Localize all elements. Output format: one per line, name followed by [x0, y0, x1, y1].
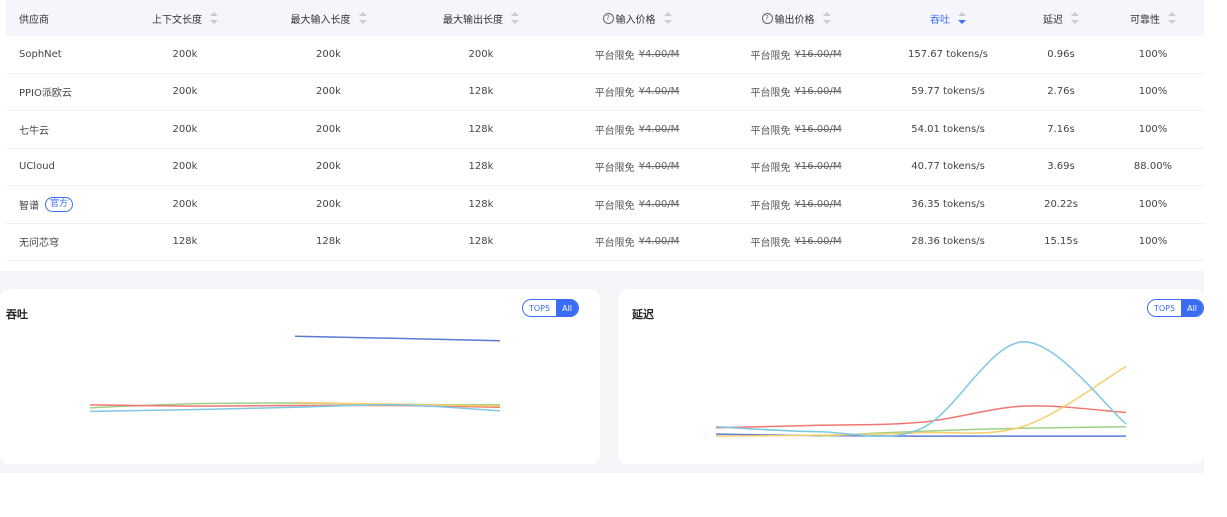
throughput: 36.35 tokens/s [911, 198, 985, 210]
provider-name: 七牛云 [19, 125, 49, 137]
latency: 0.96s [1047, 48, 1075, 60]
latency: 2.76s [1047, 86, 1075, 98]
context-length: 128k [172, 236, 198, 248]
header-output-price[interactable]: ? 输出价格 [716, 11, 876, 26]
max-input: 200k [316, 48, 341, 60]
input-price: 平台限免 ¥4.00/M [594, 48, 680, 62]
latency-card: 延迟 TOP5 All [618, 289, 1205, 464]
series-line-2 [715, 405, 1127, 429]
header-context[interactable]: 上下文长度 [117, 11, 253, 26]
header-throughput[interactable]: 吞吐 [876, 11, 1020, 26]
output-price: 平台限免 ¥16.00/M [750, 123, 842, 137]
max-output: 128k [468, 161, 494, 173]
input-price: 平台限免 ¥4.00/M [594, 236, 680, 250]
input-price: 平台限免 ¥4.00/M [594, 123, 680, 137]
reliability: 100% [1138, 236, 1168, 248]
reliability: 100% [1138, 198, 1168, 210]
max-input: 128k [316, 236, 341, 248]
max-output: 200k [468, 48, 494, 60]
input-price: 平台限免 ¥4.00/M [594, 86, 680, 100]
context-length: 200k [172, 48, 198, 60]
context-length: 200k [172, 86, 198, 98]
throughput: 157.67 tokens/s [908, 48, 988, 60]
sort-icon[interactable] [1168, 12, 1176, 24]
provider-name: UCloud [19, 161, 55, 173]
throughput-chart [89, 335, 501, 413]
latency: 3.69s [1047, 161, 1075, 173]
table-row[interactable]: SophNet 200k 200k 200k 平台限免 ¥4.00/M 平台限免 ¥… [6, 36, 1204, 74]
max-output: 128k [468, 86, 494, 98]
header-provider: 供应商 [19, 14, 49, 26]
table-row[interactable]: UCloud 200k 200k 128k 平台限免 ¥4.00/M 平台限免 ¥1… [6, 149, 1204, 186]
throughput: 28.36 tokens/s [911, 236, 985, 248]
max-output: 128k [468, 236, 494, 248]
throughput-card: 吞吐 TOP5 All [0, 289, 600, 464]
latency: 20.22s [1044, 198, 1078, 210]
table-body: SophNet 200k 200k 200k 平台限免 ¥4.00/M 平台限免 ¥… [6, 36, 1204, 261]
throughput: 54.01 tokens/s [911, 123, 985, 135]
table-row[interactable]: 智谱 官方 200k 200k 128k 平台限免 ¥4.00/M 平台限免 ¥16.… [6, 186, 1204, 224]
max-input: 200k [316, 86, 341, 98]
max-input: 200k [316, 198, 341, 210]
context-length: 200k [172, 161, 198, 173]
sort-icon[interactable] [511, 12, 519, 24]
output-price: 平台限免 ¥16.00/M [750, 236, 842, 250]
context-length: 200k [172, 123, 198, 135]
throughput: 59.77 tokens/s [911, 86, 985, 98]
header-input-price[interactable]: ? 输入价格 [558, 11, 716, 26]
provider-name: 无问芯穹 [19, 238, 59, 250]
max-input: 200k [316, 123, 341, 135]
sort-icon[interactable] [1071, 12, 1079, 24]
max-input: 200k [316, 161, 341, 173]
output-price: 平台限免 ¥16.00/M [750, 161, 842, 175]
max-output: 128k [468, 123, 494, 135]
reliability: 100% [1138, 48, 1168, 60]
provider-name: 智谱 官方 [6, 196, 117, 212]
sort-icon[interactable] [822, 12, 831, 24]
header-reliability[interactable]: 可靠性 [1102, 11, 1204, 26]
provider-name: PPIO派欧云 [19, 88, 72, 100]
latency: 7.16s [1047, 123, 1075, 135]
provider-table: 供应商 上下文长度 最大输入长度 最大输出长度 ? 输入价格 ? 输出价格 吞吐 延… [6, 0, 1204, 261]
throughput: 40.77 tokens/s [911, 161, 985, 173]
context-length: 200k [172, 198, 198, 210]
header-latency[interactable]: 延迟 [1020, 11, 1102, 26]
reliability: 100% [1138, 86, 1168, 98]
input-price: 平台限免 ¥4.00/M [594, 161, 680, 175]
sort-icon[interactable] [358, 12, 367, 24]
sort-icon[interactable] [663, 12, 672, 24]
reliability: 100% [1138, 123, 1168, 135]
reliability: 88.00% [1133, 161, 1173, 173]
output-price: 平台限免 ¥16.00/M [750, 86, 842, 100]
table-row[interactable]: PPIO派欧云 200k 200k 128k 平台限免 ¥4.00/M 平台限免 ¥… [6, 74, 1204, 111]
latency: 15.15s [1044, 236, 1078, 248]
header-max-output[interactable]: 最大输出长度 [404, 11, 558, 26]
output-price: 平台限免 ¥16.00/M [750, 48, 842, 62]
table-row[interactable]: 无问芯穹 128k 128k 128k 平台限免 ¥4.00/M 平台限免 ¥16.… [6, 224, 1204, 261]
series-line-0 [294, 335, 501, 342]
provider-name: SophNet [19, 48, 62, 60]
max-output: 128k [468, 198, 494, 210]
latency-chart [715, 341, 1127, 438]
table-header: 供应商 上下文长度 最大输入长度 最大输出长度 ? 输入价格 ? 输出价格 吞吐 延… [6, 0, 1204, 36]
table-row[interactable]: 七牛云 200k 200k 128k 平台限免 ¥4.00/M 平台限免 ¥16.0… [6, 111, 1204, 149]
official-badge: 官方 [45, 196, 74, 212]
input-price: 平台限免 ¥4.00/M [594, 198, 680, 212]
sort-icon[interactable] [210, 12, 218, 24]
header-max-input[interactable]: 最大输入长度 [253, 11, 404, 26]
help-icon[interactable]: ? [761, 12, 773, 24]
output-price: 平台限免 ¥16.00/M [750, 198, 842, 212]
help-icon[interactable]: ? [602, 12, 614, 24]
sort-desc-icon[interactable] [958, 12, 966, 24]
